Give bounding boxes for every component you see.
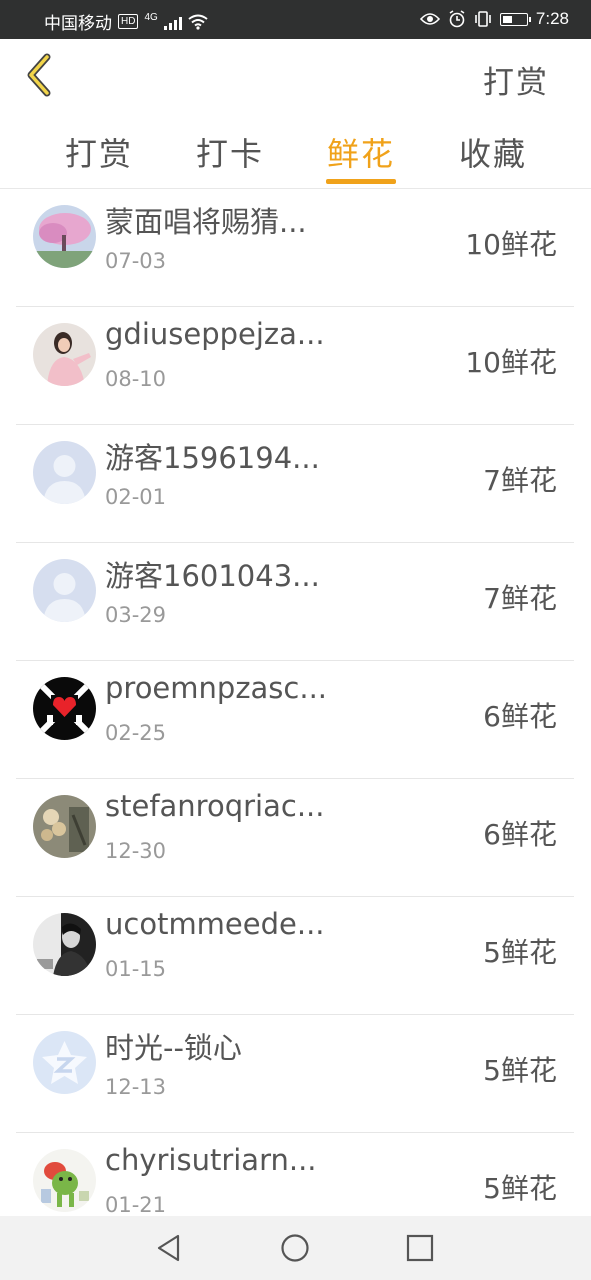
active-tab-indicator bbox=[326, 179, 396, 184]
flower-count: 7鲜花 bbox=[483, 582, 557, 615]
avatar bbox=[33, 913, 96, 976]
eye-icon bbox=[419, 13, 440, 25]
user-name: stefanroqriac... bbox=[105, 789, 325, 823]
chevron-left-icon[interactable] bbox=[22, 53, 56, 97]
list-item[interactable]: gdiuseppejza... 08-10 10鲜花 bbox=[16, 307, 574, 425]
flower-count: 10鲜花 bbox=[465, 228, 557, 261]
flower-count: 7鲜花 bbox=[483, 464, 557, 497]
black-heart-logo-icon bbox=[33, 677, 96, 740]
gift-date: 12-13 bbox=[105, 1075, 167, 1099]
avatar-bw-person-image bbox=[33, 913, 96, 976]
gift-date: 02-25 bbox=[105, 721, 167, 745]
avatar bbox=[33, 1031, 96, 1094]
system-nav-bar bbox=[0, 1216, 591, 1280]
list-item[interactable]: proemnpzasc... 02-25 6鲜花 bbox=[16, 661, 574, 779]
list-item[interactable]: 时光--锁心 12-13 5鲜花 bbox=[16, 1015, 574, 1133]
gift-date: 12-30 bbox=[105, 839, 167, 863]
user-name: ucotmmeede... bbox=[105, 907, 325, 941]
signal-icon bbox=[163, 14, 182, 30]
user-name: 时光--锁心 bbox=[105, 1031, 242, 1065]
flower-count: 6鲜花 bbox=[483, 700, 557, 733]
user-name: proemnpzasc... bbox=[105, 671, 328, 705]
status-right: 7:28 bbox=[419, 9, 569, 29]
avatar bbox=[33, 677, 96, 740]
cartoon-frog-image bbox=[33, 1149, 96, 1212]
tab-checkin[interactable]: 打卡 bbox=[196, 129, 264, 175]
list-item[interactable]: 游客1601043... 03-29 7鲜花 bbox=[16, 543, 574, 661]
gift-date: 01-21 bbox=[105, 1193, 167, 1217]
status-left: 中国移动 HD 4G bbox=[44, 9, 208, 34]
flower-count: 5鲜花 bbox=[483, 936, 557, 969]
flower-list: 蒙面唱将赐猜... 07-03 10鲜花 gdiuseppejza... 08-… bbox=[16, 189, 574, 1250]
wifi-icon bbox=[188, 14, 208, 30]
gift-date: 02-01 bbox=[105, 485, 167, 509]
network-type: 4G bbox=[144, 12, 158, 23]
avatar-pink-tree-image bbox=[33, 205, 96, 268]
user-name: chyrisutriarn... bbox=[105, 1143, 317, 1177]
carrier-name: 中国移动 bbox=[44, 14, 112, 33]
avatar-flowers-image bbox=[33, 795, 96, 858]
avatar bbox=[33, 559, 96, 622]
user-name: 游客1601043... bbox=[105, 559, 320, 593]
user-name: gdiuseppejza... bbox=[105, 317, 325, 351]
status-bar: 中国移动 HD 4G 7:28 bbox=[0, 0, 591, 39]
list-item[interactable]: 游客1596194... 02-01 7鲜花 bbox=[16, 425, 574, 543]
vibrate-icon bbox=[475, 11, 491, 27]
flower-count: 5鲜花 bbox=[483, 1054, 557, 1087]
avatar-person-image bbox=[33, 323, 96, 386]
default-user-icon bbox=[33, 559, 96, 622]
gift-date: 01-15 bbox=[105, 957, 167, 981]
flower-count: 5鲜花 bbox=[483, 1172, 557, 1205]
tab-bar: 打赏 打卡 鲜花 收藏 bbox=[0, 111, 591, 189]
tab-reward[interactable]: 打赏 bbox=[65, 129, 133, 175]
avatar bbox=[33, 1149, 96, 1212]
gift-date: 08-10 bbox=[105, 367, 167, 391]
list-item[interactable]: stefanroqriac... 12-30 6鲜花 bbox=[16, 779, 574, 897]
battery-icon bbox=[499, 12, 531, 26]
hd-badge: HD bbox=[118, 14, 139, 29]
avatar bbox=[33, 441, 96, 504]
flower-count: 10鲜花 bbox=[465, 346, 557, 379]
triangle-back-icon[interactable] bbox=[152, 1231, 186, 1265]
alarm-icon bbox=[449, 10, 465, 28]
gift-date: 03-29 bbox=[105, 603, 167, 627]
square-recent-icon[interactable] bbox=[403, 1231, 437, 1265]
header: 打赏 bbox=[0, 39, 591, 111]
avatar bbox=[33, 205, 96, 268]
list-item[interactable]: ucotmmeede... 01-15 5鲜花 bbox=[16, 897, 574, 1015]
reward-button[interactable]: 打赏 bbox=[483, 57, 549, 102]
tab-favorites[interactable]: 收藏 bbox=[459, 129, 527, 175]
avatar bbox=[33, 323, 96, 386]
avatar bbox=[33, 795, 96, 858]
clock-time: 7:28 bbox=[535, 9, 569, 28]
gift-date: 07-03 bbox=[105, 249, 167, 273]
tab-flowers[interactable]: 鲜花 bbox=[327, 129, 395, 175]
flower-count: 6鲜花 bbox=[483, 818, 557, 851]
list-item[interactable]: 蒙面唱将赐猜... 07-03 10鲜花 bbox=[16, 189, 574, 307]
default-user-icon bbox=[33, 441, 96, 504]
circle-home-icon[interactable] bbox=[278, 1231, 312, 1265]
user-name: 游客1596194... bbox=[105, 441, 320, 475]
user-name: 蒙面唱将赐猜... bbox=[105, 205, 307, 239]
qzone-logo-icon bbox=[33, 1031, 96, 1094]
